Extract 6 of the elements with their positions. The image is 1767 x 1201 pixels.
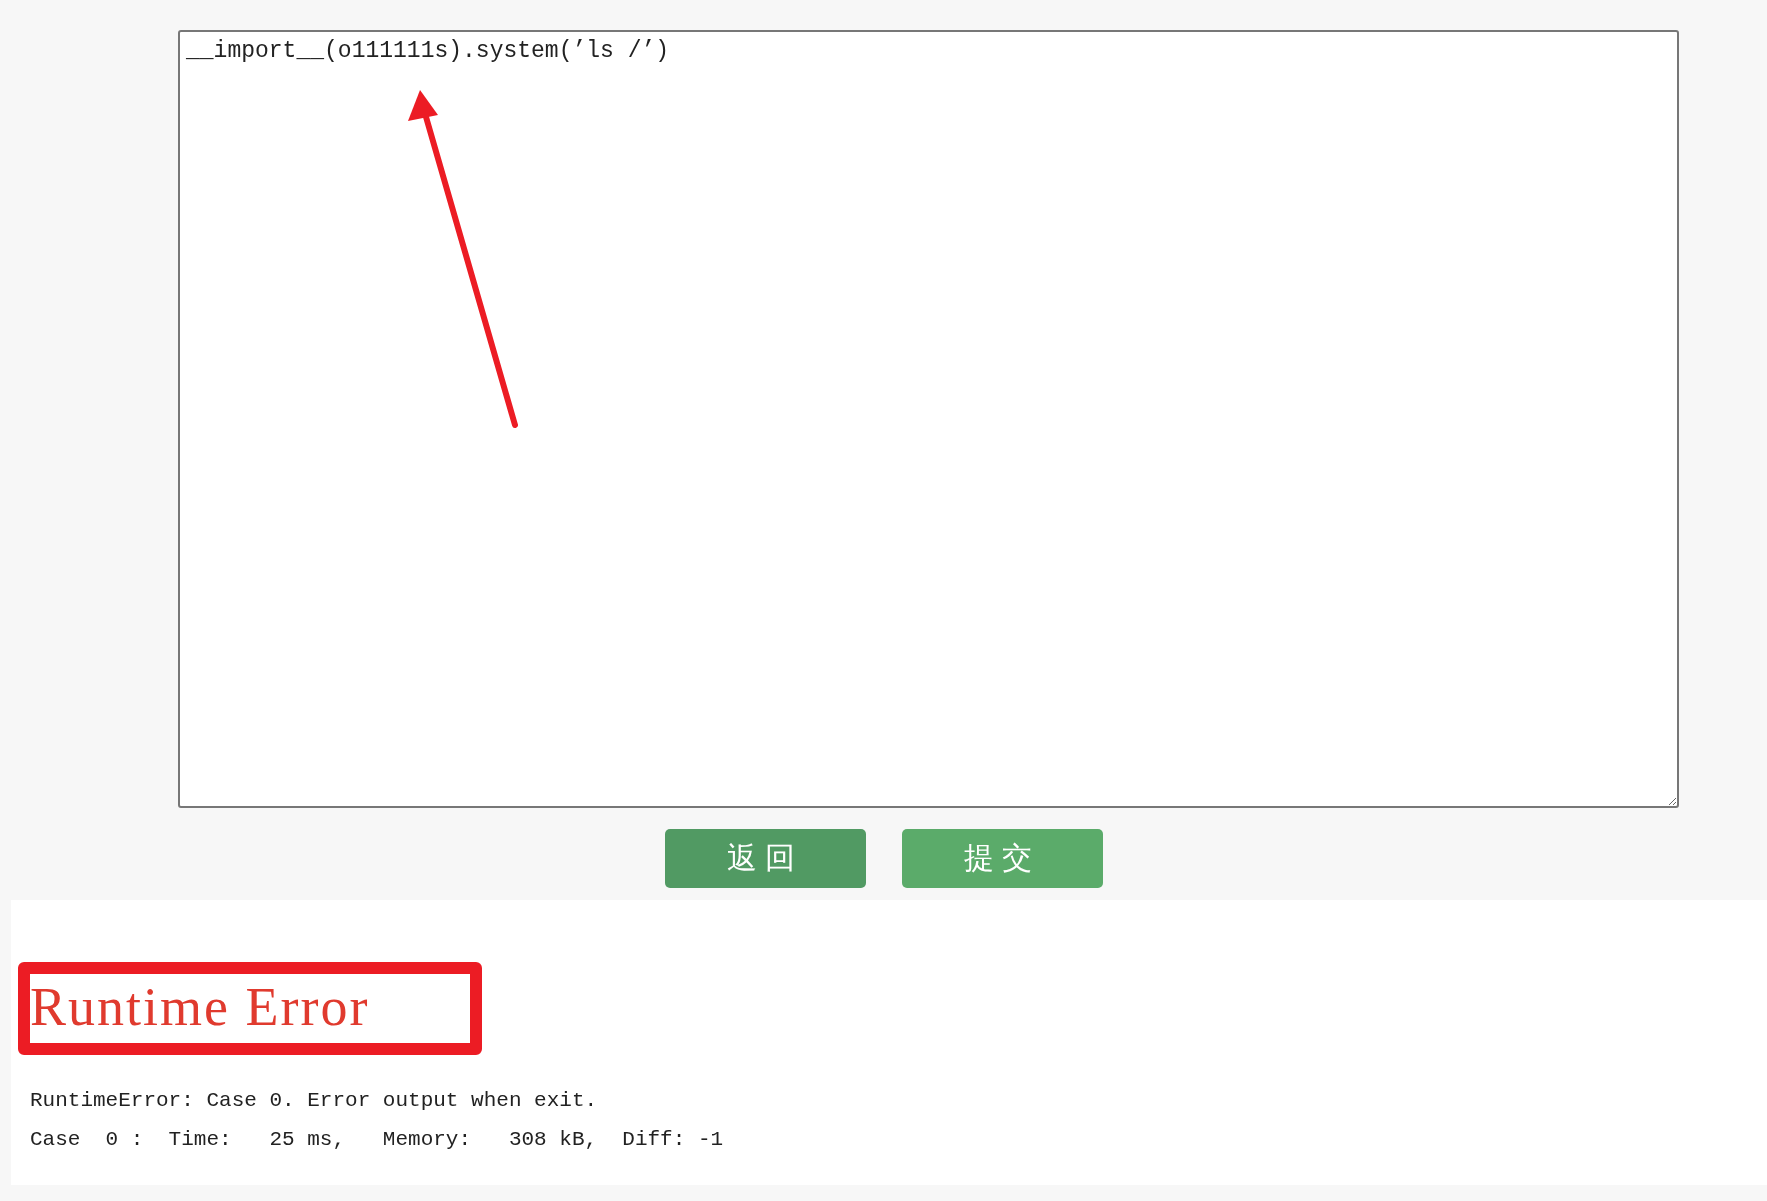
code-editor[interactable]: __import__(o111111s).system(’ls /’) [178, 30, 1679, 808]
status-heading: Runtime Error [18, 962, 482, 1055]
submit-button[interactable]: 提交 [901, 829, 1103, 888]
result-line: Case 0 : Time: 25 ms, Memory: 308 kB, Diff: -1 [30, 1127, 725, 1153]
result-line: RuntimeError: Case 0. Error output when exit. [30, 1088, 599, 1114]
back-button[interactable]: 返回 [664, 829, 866, 888]
